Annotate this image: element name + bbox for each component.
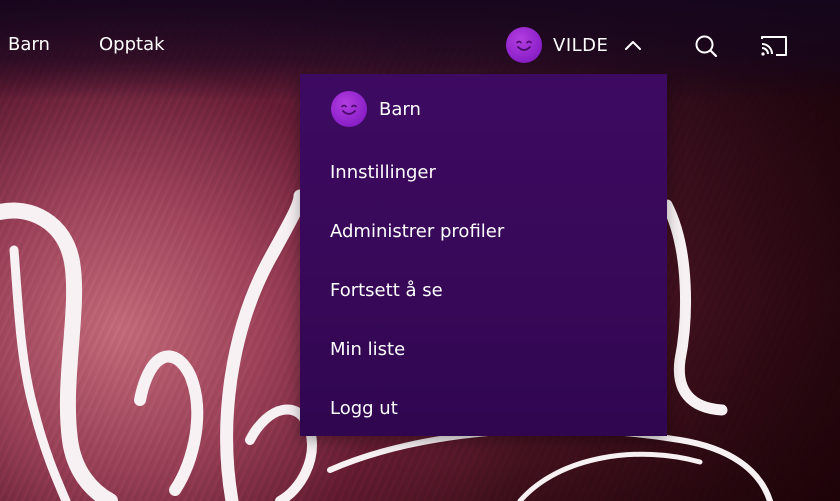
profile-name: VILDE [553,34,609,56]
menu-item-min-liste[interactable]: Min liste [330,339,405,360]
smiley-icon [341,104,357,115]
menu-item-profile-barn[interactable]: Barn [331,91,421,127]
chevron-up-icon [625,41,642,50]
menu-item-administrer-profiler[interactable]: Administrer profiler [330,221,504,242]
menu-profile-label: Barn [379,98,421,120]
nav-link-barn[interactable]: Barn [8,34,50,55]
menu-item-logg-ut[interactable]: Logg ut [330,398,398,419]
cast-icon [761,36,787,56]
menu-item-fortsett-a-se[interactable]: Fortsett å se [330,280,443,301]
profile-dropdown-menu: Barn Innstillinger Administrer profiler … [300,74,667,436]
profile-menu-toggle[interactable]: VILDE [506,27,642,63]
profile-avatar [506,27,542,63]
menu-item-innstillinger[interactable]: Innstillinger [330,162,436,183]
nav-link-opptak[interactable]: Opptak [99,34,165,55]
search-icon [695,35,718,58]
profile-avatar [331,91,367,127]
smiley-icon [516,40,532,51]
cast-button[interactable] [759,34,789,62]
search-button[interactable] [694,34,718,62]
